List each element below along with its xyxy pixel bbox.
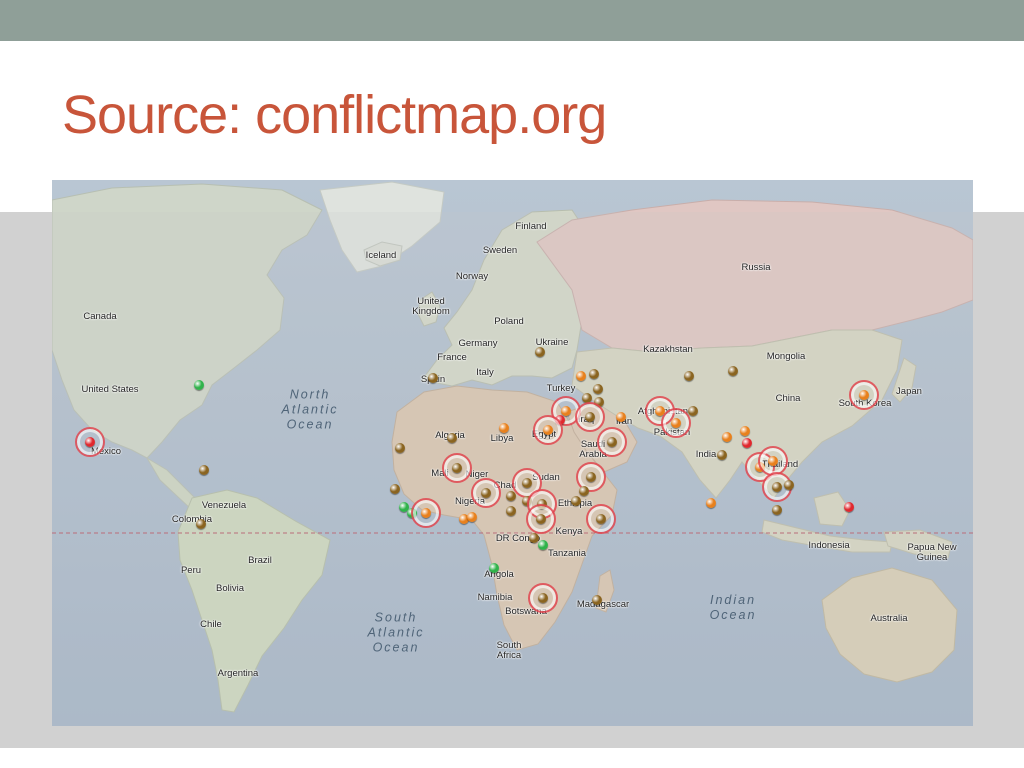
map-label-iceland: Iceland <box>365 250 397 261</box>
ocean-label-south-atlantic: South Atlantic Ocean <box>367 610 425 655</box>
marker-dot-icon <box>586 472 596 482</box>
marker-dot-icon <box>421 508 431 518</box>
marker-dot-icon <box>522 478 532 488</box>
map-label-united-states: United States <box>81 384 139 395</box>
marker-dot-icon <box>728 366 738 376</box>
marker-dot-icon <box>85 437 95 447</box>
marker-dot-icon <box>499 423 509 433</box>
ocean-label-north-atlantic: North Atlantic Ocean <box>281 387 339 432</box>
marker-dot-icon <box>768 456 778 466</box>
map-label-venezuela: Venezuela <box>201 500 247 511</box>
marker-dot-icon <box>576 371 586 381</box>
map-label-finland: Finland <box>515 221 547 232</box>
marker-dot-icon <box>688 406 698 416</box>
marker-dot-icon <box>671 418 681 428</box>
map-label-brazil: Brazil <box>248 555 272 566</box>
marker-dot-icon <box>772 505 782 515</box>
marker-dot-icon <box>196 519 206 529</box>
marker-dot-icon <box>784 480 794 490</box>
map-label-australia: Australia <box>870 613 908 624</box>
map-label-italy: Italy <box>476 367 494 378</box>
marker-dot-icon <box>538 540 548 550</box>
marker-dot-icon <box>535 347 545 357</box>
world-map[interactable]: Canada United States Mexico Venezuela Colomb… <box>52 180 973 726</box>
marker-dot-icon <box>529 533 539 543</box>
marker-dot-icon <box>706 498 716 508</box>
map-label-poland: Poland <box>494 316 524 327</box>
marker-dot-icon <box>585 412 595 422</box>
map-label-china: China <box>775 393 801 404</box>
map-label-russia: Russia <box>741 262 771 273</box>
marker-dot-icon <box>561 406 571 416</box>
marker-dot-icon <box>616 412 626 422</box>
map-label-bolivia: Bolivia <box>216 583 244 594</box>
marker-dot-icon <box>717 450 727 460</box>
map-label-argentina: Argentina <box>217 668 259 679</box>
map-label-angola: Angola <box>484 569 514 580</box>
marker-dot-icon <box>489 563 499 573</box>
marker-dot-icon <box>740 426 750 436</box>
map-label-colombia: Colombia <box>171 514 213 525</box>
marker-dot-icon <box>684 371 694 381</box>
map-label-canada: Canada <box>83 311 117 322</box>
map-label-namibia: Namibia <box>477 592 513 603</box>
map-label-norway: Norway <box>455 271 489 282</box>
map-label-sweden: Sweden <box>482 245 518 256</box>
marker-dot-icon <box>536 514 546 524</box>
map-label-mongolia: Mongolia <box>766 351 806 362</box>
marker-dot-icon <box>506 506 516 516</box>
marker-dot-icon <box>447 433 457 443</box>
marker-dot-icon <box>593 384 603 394</box>
map-label-indonesia: Indonesia <box>808 540 850 551</box>
map-label-madagascar: Madagascar <box>576 599 630 610</box>
marker-dot-icon <box>571 496 581 506</box>
marker-dot-icon <box>579 486 589 496</box>
map-label-india: India <box>695 449 717 460</box>
map-label-japan: Japan <box>896 386 922 397</box>
marker-dot-icon <box>538 593 548 603</box>
map-label-libya: Libya <box>490 433 514 444</box>
marker-dot-icon <box>452 463 462 473</box>
ocean-label-indian: Indian Ocean <box>709 593 757 622</box>
marker-dot-icon <box>481 488 491 498</box>
marker-dot-icon <box>543 425 553 435</box>
map-label-chile: Chile <box>200 619 222 630</box>
map-label-france: France <box>437 352 467 363</box>
map-label-peru: Peru <box>180 565 202 576</box>
marker-dot-icon <box>859 390 869 400</box>
marker-dot-icon <box>772 482 782 492</box>
map-label-germany: Germany <box>458 338 498 349</box>
marker-dot-icon <box>390 484 400 494</box>
map-label-united-kingdom: United Kingdom <box>412 296 450 317</box>
marker-dot-icon <box>428 373 438 383</box>
marker-dot-icon <box>194 380 204 390</box>
marker-dot-icon <box>467 512 477 522</box>
map-label-south-africa: South Africa <box>496 640 522 661</box>
marker-dot-icon <box>395 443 405 453</box>
map-label-papua-new-guinea: Papua New Guinea <box>907 542 957 563</box>
map-label-kenya: Kenya <box>555 526 583 537</box>
slide-title: Source: conflictmap.org <box>62 85 607 145</box>
marker-dot-icon <box>742 438 752 448</box>
marker-dot-icon <box>592 595 602 605</box>
marker-dot-icon <box>607 437 617 447</box>
marker-dot-icon <box>589 369 599 379</box>
map-label-tanzania: Tanzania <box>547 548 587 559</box>
marker-dot-icon <box>722 432 732 442</box>
map-label-turkey: Turkey <box>546 383 576 394</box>
top-accent-bar <box>0 0 1024 41</box>
marker-dot-icon <box>844 502 854 512</box>
marker-dot-icon <box>199 465 209 475</box>
map-label-kazakhstan: Kazakhstan <box>643 344 693 355</box>
marker-dot-icon <box>596 514 606 524</box>
